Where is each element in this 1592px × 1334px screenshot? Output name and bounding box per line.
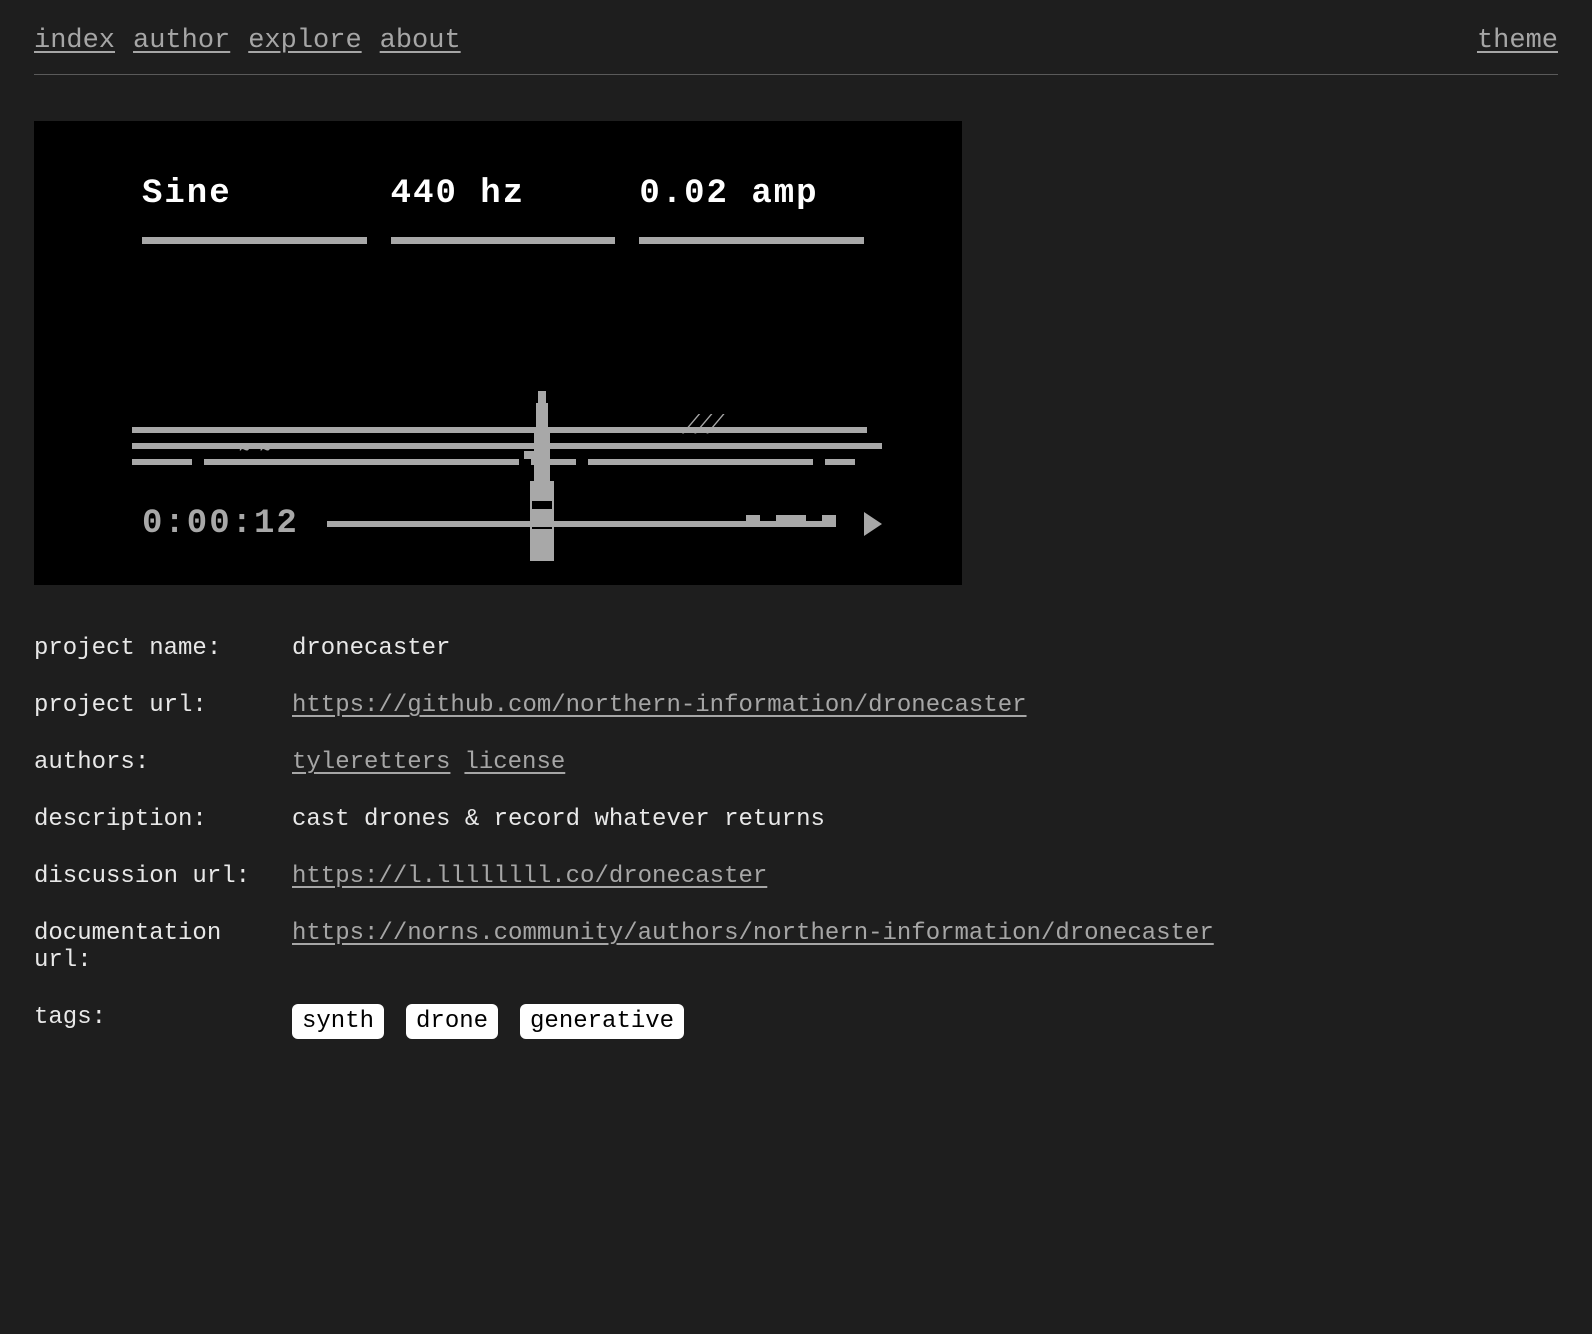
hero-bottom-transport: 0:00:12 (142, 505, 882, 543)
ground-lines (132, 427, 882, 475)
nav-link-explore[interactable]: explore (248, 26, 361, 56)
project-name-label: project name: (34, 635, 292, 662)
tags-value: synth drone generative (292, 1004, 1558, 1039)
documentation-url-link[interactable]: https://norns.community/authors/northern… (292, 920, 1214, 947)
amplitude-field: 0.02 amp (639, 175, 864, 244)
author-link-license[interactable]: license (464, 749, 565, 776)
documentation-url-value: https://norns.community/authors/northern… (292, 920, 1558, 947)
hero-screenshot: Sine 440 hz 0.02 amp ˷˷ ˍ ⟋⟋⟋ (34, 121, 962, 585)
wave-type-field: Sine (142, 175, 367, 244)
tag-synth[interactable]: synth (292, 1004, 384, 1039)
project-url-label: project url: (34, 692, 292, 719)
nav-link-author[interactable]: author (133, 26, 230, 56)
discussion-url-value: https://l.llllllll.co/dronecaster (292, 863, 1558, 890)
nav-left: index author explore about (34, 26, 461, 56)
authors-label: authors: (34, 749, 292, 776)
documentation-url-label: documentation url: (34, 920, 292, 974)
nav-link-theme[interactable]: theme (1477, 26, 1558, 56)
discussion-url-link[interactable]: https://l.llllllll.co/dronecaster (292, 863, 767, 890)
tags-label: tags: (34, 1004, 292, 1031)
timer-display: 0:00:12 (142, 505, 299, 543)
project-url-value: https://github.com/northern-information/… (292, 692, 1558, 719)
authors-value: tyleretters license (292, 749, 1558, 776)
play-icon (864, 512, 882, 536)
pixel-art-scene: ˷˷ ˍ ⟋⟋⟋ (132, 361, 882, 475)
author-link-tyleretters[interactable]: tyleretters (292, 749, 450, 776)
description-label: description: (34, 806, 292, 833)
progress-bar (327, 521, 836, 527)
hero-top-readout: Sine 440 hz 0.02 amp (34, 175, 962, 244)
project-url-link[interactable]: https://github.com/northern-information/… (292, 692, 1027, 719)
nav-link-about[interactable]: about (380, 26, 461, 56)
frequency-field: 440 hz (391, 175, 616, 244)
nav-link-index[interactable]: index (34, 26, 115, 56)
tag-generative[interactable]: generative (520, 1004, 684, 1039)
description-value: cast drones & record whatever returns (292, 806, 1558, 833)
top-nav: index author explore about theme (34, 26, 1558, 75)
project-metadata: project name: dronecaster project url: h… (34, 635, 1558, 1039)
project-name-value: dronecaster (292, 635, 1558, 662)
discussion-url-label: discussion url: (34, 863, 292, 890)
tag-drone[interactable]: drone (406, 1004, 498, 1039)
